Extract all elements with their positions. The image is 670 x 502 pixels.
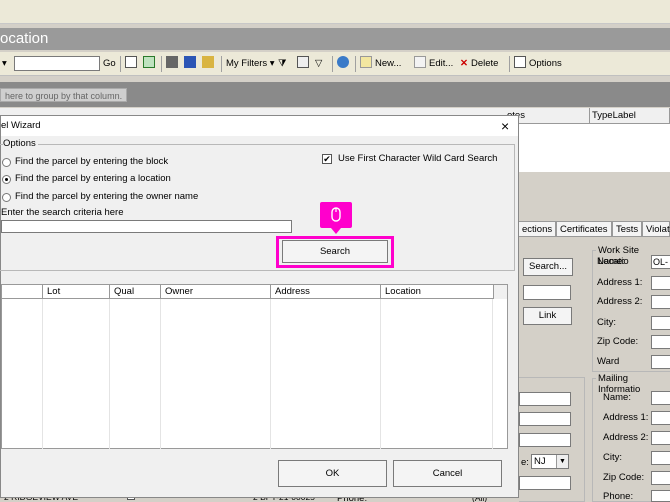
tab-tests[interactable]: Tests [612,221,642,237]
group-by-area: here to group by that column. [0,82,670,107]
mailing-city-label: City: [603,452,622,463]
state-label: e: [521,457,529,468]
tab-certificates[interactable]: Certificates [556,221,612,237]
top-strip [0,0,670,24]
state-value: NJ [534,456,546,467]
work-site-address2-label: Address 2: [597,296,643,307]
calendar-icon[interactable] [125,56,140,72]
results-col-owner[interactable]: Owner [160,285,270,299]
work-site-city-label: City: [597,317,616,328]
work-site-address1-field[interactable] [651,276,670,290]
parcel-search-button[interactable]: Search... [523,258,573,276]
print-icon[interactable] [166,56,181,72]
filter-grid-icon[interactable] [297,56,312,72]
delete-icon: ✕ [460,58,468,69]
radio-find-by-block[interactable] [2,158,11,167]
work-site-zip-label: Zip Code: [597,336,639,347]
owner-field-3[interactable] [519,433,571,447]
options-legend: Options [3,138,38,149]
grid-col-typelabel[interactable]: TypeLabel [590,108,670,124]
results-grid: Lot Qual Owner Address Location [1,284,508,449]
work-site-address2-field[interactable] [651,295,670,309]
go-button[interactable]: Go [103,56,116,72]
delete-button[interactable]: ✕ Delete [460,56,498,72]
tab-inspections[interactable]: ections [518,221,556,237]
mailing-address2-label: Address 2: [603,432,649,443]
search-button[interactable]: Search [282,240,388,263]
chevron-down-icon: ▼ [556,455,568,468]
criteria-input[interactable] [1,220,292,233]
cursor-badge-pointer [331,228,341,234]
edit-icon [414,56,426,68]
mouse-cursor-badge [320,202,352,228]
work-site-address1-label: Address 1: [597,277,643,288]
close-icon[interactable]: × [501,116,509,136]
folder-icon[interactable] [202,56,217,72]
edit-button[interactable]: Edit... [414,56,453,72]
radio-find-by-owner[interactable] [2,193,11,202]
work-site-ward-field[interactable] [651,355,670,369]
wildcard-checkbox[interactable]: ✔ [322,154,332,164]
window-title: ocation [0,28,670,50]
work-site-name-label: Name: [597,256,625,267]
dialog-titlebar: el Wizard × [1,116,518,136]
ok-button[interactable]: OK [278,460,387,487]
new-button[interactable]: New... [360,56,401,72]
radio-find-by-location[interactable] [2,175,11,184]
filter-icon[interactable]: ▽ [315,56,322,72]
mailing-address2-field[interactable] [651,431,670,445]
detail-tabs: ections Certificates Tests Violat [518,221,670,237]
work-site-name-field[interactable]: OL-2 [651,255,670,269]
results-grid-header: Lot Qual Owner Address Location [2,285,507,299]
mailing-zip-field[interactable] [651,471,670,485]
results-col-location[interactable]: Location [380,285,492,299]
state-select[interactable]: NJ ▼ [531,454,569,469]
work-site-city-field[interactable] [651,316,670,330]
radio-find-by-block-label[interactable]: Find the parcel by entering the block [15,156,168,167]
my-filters-dropdown[interactable]: My Filters ▾ [226,56,275,72]
mailing-address1-label: Address 1: [603,412,649,423]
radio-find-by-location-label[interactable]: Find the parcel by entering a location [15,173,171,184]
mailing-zip-label: Zip Code: [603,472,645,483]
work-site-zip-field[interactable] [651,335,670,349]
results-scrollbar-corner[interactable] [493,285,507,299]
mailing-phone-label: Phone: [603,491,634,502]
mailing-phone-field[interactable] [651,490,670,502]
mailing-name-label: Name: [603,392,631,403]
wildcard-checkbox-label[interactable]: Use First Character Wild Card Search [338,153,497,164]
owner-field-4[interactable] [519,476,571,490]
owner-field-2[interactable] [519,412,571,426]
criteria-label: Enter the search criteria here [1,207,124,218]
results-col-lot[interactable]: Lot [42,285,109,299]
group-by-hint: here to group by that column. [0,88,128,102]
mailing-name-field[interactable] [651,391,670,405]
dialog-title: el Wizard [1,120,41,131]
parcel-wizard-dialog: el Wizard × Options Find the parcel by e… [0,115,519,498]
toolbar: ▾ Go My Filters ▾ ⧩ ▽ New... Edit... ✕ De… [0,52,670,76]
link-button[interactable]: Link [523,307,572,325]
radio-find-by-owner-label[interactable]: Find the parcel by entering the owner na… [15,191,198,202]
globe-icon[interactable] [337,56,352,72]
mailing-city-field[interactable] [651,451,670,465]
cancel-button[interactable]: Cancel [393,460,502,487]
results-col-address[interactable]: Address [270,285,380,299]
dropdown-arrow-icon[interactable]: ▾ [2,56,7,72]
results-col-qual[interactable]: Qual [109,285,160,299]
grid-body [505,124,670,172]
work-site-ward-label: Ward [597,356,620,367]
word-icon[interactable] [184,56,199,72]
toolbar-search-input[interactable] [14,56,100,71]
new-icon [360,56,372,68]
tab-violations[interactable]: Violat [642,221,670,237]
filter-edit-icon[interactable]: ⧩ [278,56,286,72]
refresh-icon[interactable] [143,56,158,72]
parcel-field[interactable] [523,285,571,300]
options-icon [514,56,526,68]
owner-field-1[interactable] [519,392,571,406]
mouse-icon [331,207,341,222]
options-button[interactable]: Options [514,56,562,72]
mailing-address1-field[interactable] [651,411,670,425]
